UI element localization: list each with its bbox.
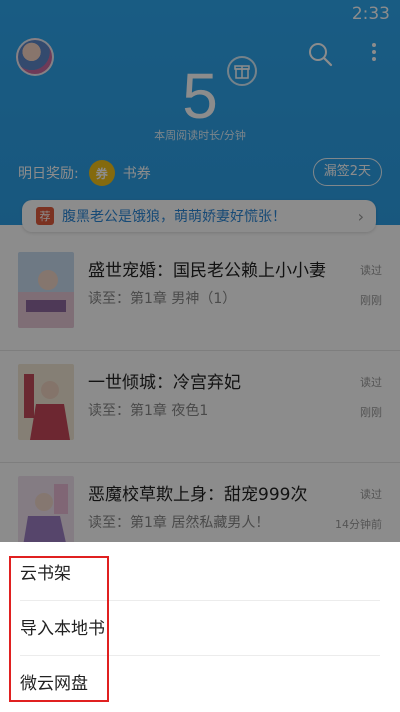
dim-overlay[interactable] <box>0 0 400 542</box>
highlight-box <box>9 556 109 702</box>
